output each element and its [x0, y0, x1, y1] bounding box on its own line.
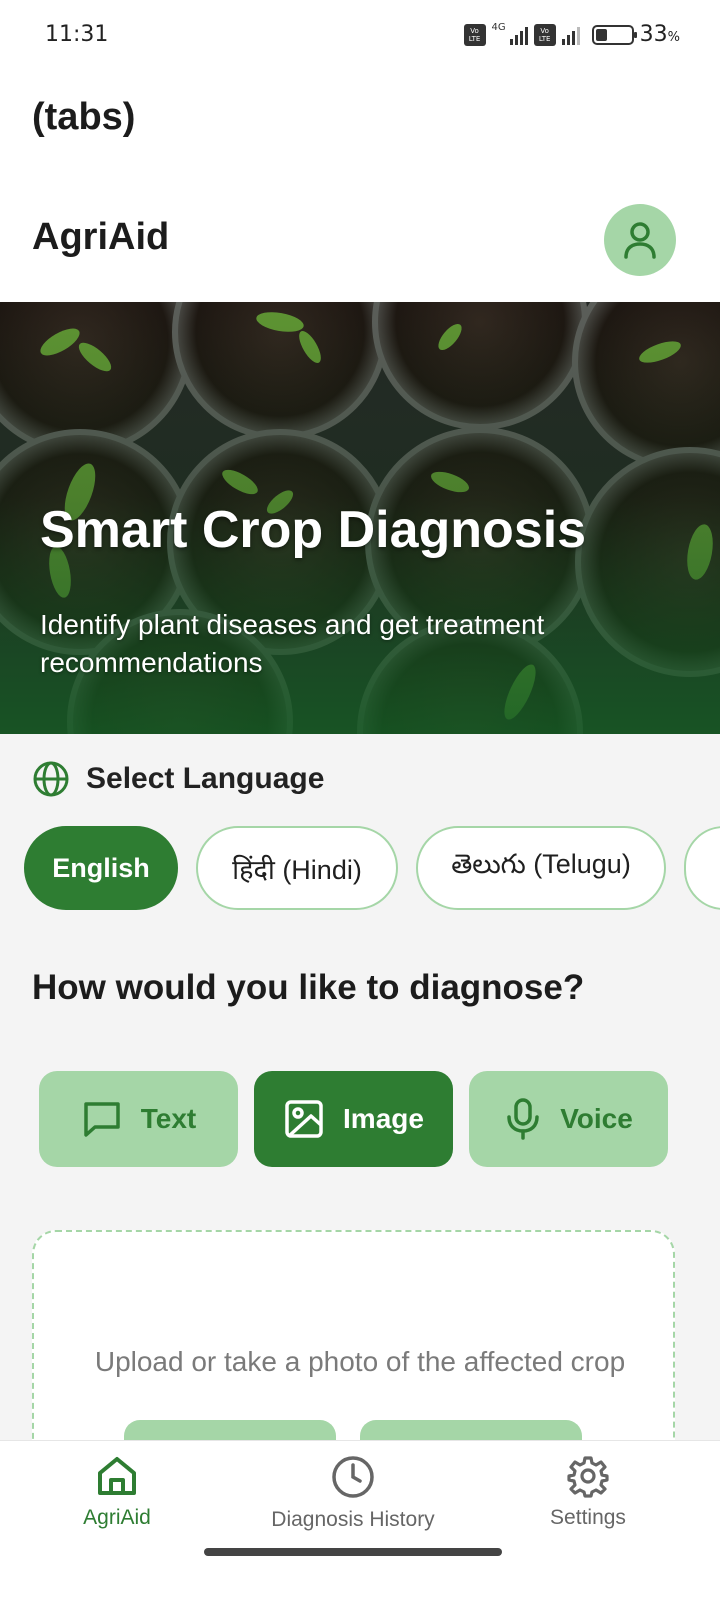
- nav-item-home[interactable]: AgriAid: [0, 1454, 237, 1530]
- mode-text-label: Text: [140, 1103, 197, 1134]
- language-option-english[interactable]: English: [24, 826, 178, 910]
- home-icon: [98, 1457, 136, 1495]
- status-bar: 11:31 Vo LTE 4G Vo LTE 33%: [0, 0, 720, 70]
- gear-icon: [567, 1456, 609, 1498]
- clock-icon: [332, 1456, 374, 1498]
- signal-icon: [509, 25, 528, 45]
- diagnose-mode-selector: Text Image Voice: [39, 1071, 668, 1167]
- status-icons: Vo LTE 4G Vo LTE 33%: [463, 22, 680, 47]
- language-options: English हिंदी (Hindi) తెలుగు (Telugu): [24, 826, 720, 910]
- language-option-more[interactable]: [684, 826, 720, 910]
- nav-label-settings: Settings: [550, 1506, 626, 1529]
- battery-percent: 33%: [639, 22, 680, 47]
- battery-icon: [591, 24, 637, 45]
- mode-voice-button[interactable]: Voice: [469, 1071, 668, 1167]
- hero-subtitle: Identify plant diseases and get treatmen…: [40, 609, 545, 678]
- volte-icon-2: Vo LTE: [533, 23, 556, 46]
- message-icon: [84, 1102, 120, 1137]
- image-icon: [285, 1100, 323, 1138]
- app-title: AgriAid: [32, 216, 170, 258]
- profile-button[interactable]: [604, 204, 676, 276]
- volte-icon: Vo LTE: [463, 23, 486, 46]
- user-icon: [624, 222, 656, 259]
- language-option-hindi[interactable]: हिंदी (Hindi): [196, 826, 398, 910]
- globe-icon: [33, 761, 69, 797]
- nav-item-history[interactable]: Diagnosis History: [233, 1454, 473, 1532]
- language-header: Select Language: [32, 760, 324, 798]
- nav-item-settings[interactable]: Settings: [468, 1454, 708, 1530]
- mode-image-label: Image: [343, 1103, 424, 1134]
- language-option-telugu[interactable]: తెలుగు (Telugu): [416, 826, 666, 910]
- upload-prompt: Upload or take a photo of the affected c…: [94, 1346, 626, 1377]
- status-time: 11:31: [45, 22, 109, 47]
- tabs-label: (tabs): [32, 96, 136, 138]
- language-title: Select Language: [86, 762, 325, 795]
- signal-icon-2: [561, 25, 580, 45]
- home-indicator[interactable]: [204, 1548, 502, 1556]
- hero-title: Smart Crop Diagnosis: [40, 501, 587, 559]
- mode-image-button[interactable]: Image: [254, 1071, 453, 1167]
- nav-label-home: AgriAid: [83, 1506, 151, 1529]
- nav-label-history: Diagnosis History: [271, 1508, 435, 1531]
- mode-text-button[interactable]: Text: [39, 1071, 238, 1167]
- mode-voice-label: Voice: [560, 1103, 633, 1134]
- diagnose-title: How would you like to diagnose?: [32, 968, 585, 1007]
- microphone-icon: [507, 1098, 539, 1140]
- network-type: 4G: [491, 22, 506, 33]
